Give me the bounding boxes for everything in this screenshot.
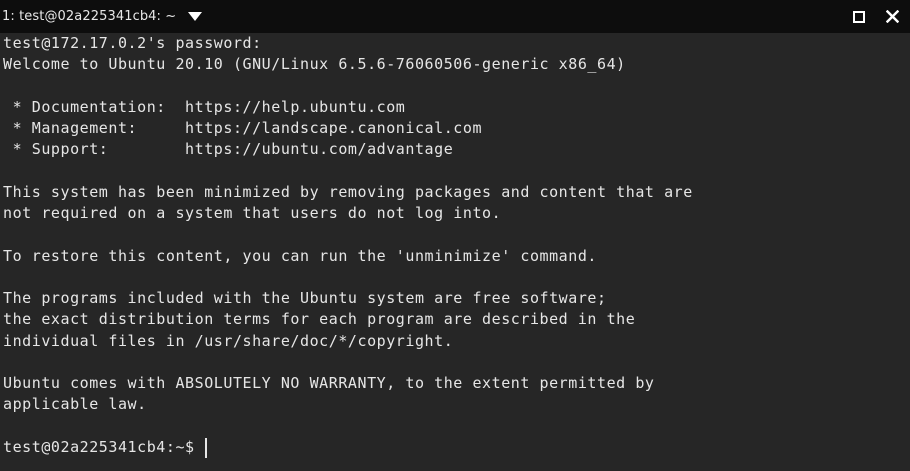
dropdown-arrow-icon[interactable] [188,12,203,21]
title-bar[interactable]: 1: test@02a225341cb4: ~ [0,0,910,33]
terminal-line: test@172.17.0.2's password: [3,34,262,52]
close-icon [886,10,899,23]
terminal-line: Welcome to Ubuntu 20.10 (GNU/Linux 6.5.6… [3,55,626,74]
prompt-text: test@02a225341cb4:~$ [3,437,195,456]
terminal-line: applicable law. [3,395,147,414]
terminal-line: This system has been minimized by removi… [3,182,693,201]
command-prompt[interactable]: test@02a225341cb4:~$ [3,437,910,459]
maximize-button[interactable] [850,8,867,25]
terminal-window: 1: test@02a225341cb4: ~ test@172.17.0.2'… [0,0,910,471]
terminal-line: * Management: https://landscape.canonica… [3,119,483,137]
terminal-line: * Support: https://ubuntu.com/advantage [3,140,454,159]
terminal-line: the exact distribution terms for each pr… [3,310,636,329]
terminal-line: The programs included with the Ubuntu sy… [3,289,607,307]
terminal-line: * Documentation: https://help.ubuntu.com [3,97,406,116]
window-title: 1: test@02a225341cb4: ~ [2,9,177,24]
terminal-line: To restore this content, you can run the… [3,246,598,265]
text-cursor [204,438,207,459]
terminal-line: not required on a system that users do n… [3,204,502,222]
terminal-line: Ubuntu comes with ABSOLUTELY NO WARRANTY… [3,374,655,392]
terminal-output[interactable]: test@172.17.0.2's password: Welcome to U… [0,33,910,471]
terminal-line: individual files in /usr/share/doc/*/cop… [3,331,454,350]
close-button[interactable] [884,8,901,25]
maximize-icon [852,10,865,23]
